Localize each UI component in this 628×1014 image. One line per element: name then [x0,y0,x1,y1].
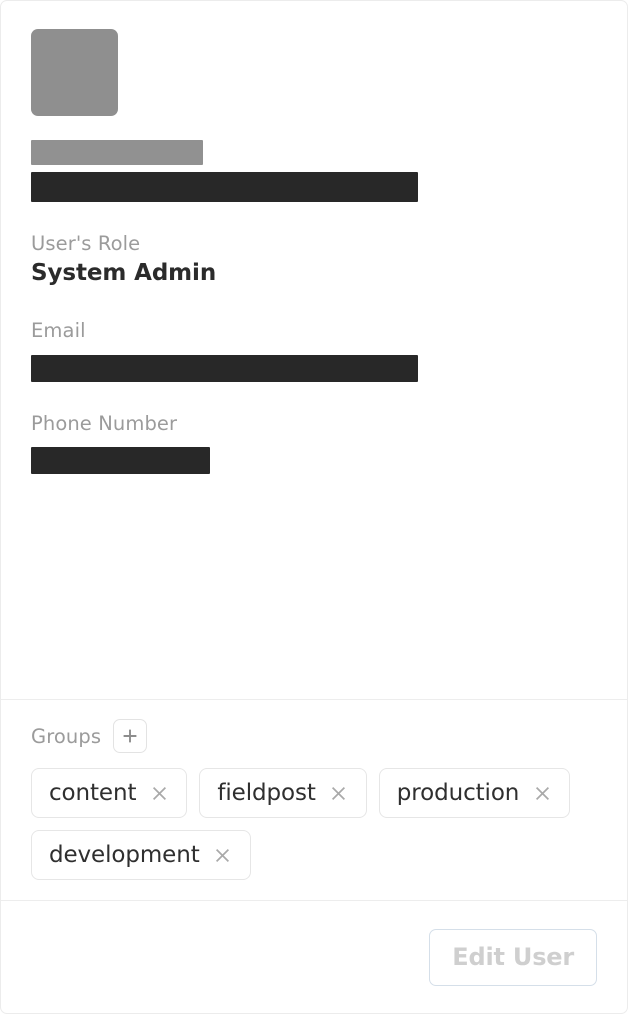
group-chip-label: fieldpost [217,779,316,806]
redacted-user-name-bar [31,140,203,165]
redacted-phone-bar [31,447,210,475]
group-chip-label: content [49,779,137,806]
groups-chip-list: content fieldpost production development [31,768,597,880]
group-chip-label: development [49,841,200,868]
redacted-user-handle-bar [31,172,418,202]
field-users-role: User's Role System Admin [31,232,597,289]
groups-label: Groups [31,724,102,748]
close-icon[interactable] [532,783,552,803]
field-label-phone-number: Phone Number [31,411,178,435]
card-footer: Edit User [1,901,627,1013]
close-icon[interactable] [329,783,349,803]
group-chip-label: production [396,779,520,806]
field-label-users-role: User's Role [31,232,141,255]
field-value-users-role: System Admin [31,260,217,287]
group-chip[interactable]: content [31,768,188,818]
groups-header: Groups [31,716,597,756]
user-detail-card: User's Role System Admin Email Phone Num… [0,0,628,1014]
add-group-button[interactable] [113,719,148,753]
redacted-email-bar [31,354,418,382]
group-chip[interactable]: fieldpost [199,768,367,818]
field-label-email: Email [31,319,86,343]
user-avatar-placeholder [31,29,118,116]
close-icon[interactable] [213,845,233,865]
close-icon[interactable] [149,783,169,803]
group-chip[interactable]: development [31,830,251,880]
group-chip[interactable]: production [378,768,571,818]
edit-user-button[interactable]: Edit User [429,928,597,986]
field-phone-number: Phone Number [31,411,597,475]
groups-section: Groups content fieldpost production deve… [1,699,627,901]
plus-icon [121,727,139,745]
user-details-section: User's Role System Admin Email Phone Num… [1,1,627,699]
field-email: Email [31,319,597,382]
